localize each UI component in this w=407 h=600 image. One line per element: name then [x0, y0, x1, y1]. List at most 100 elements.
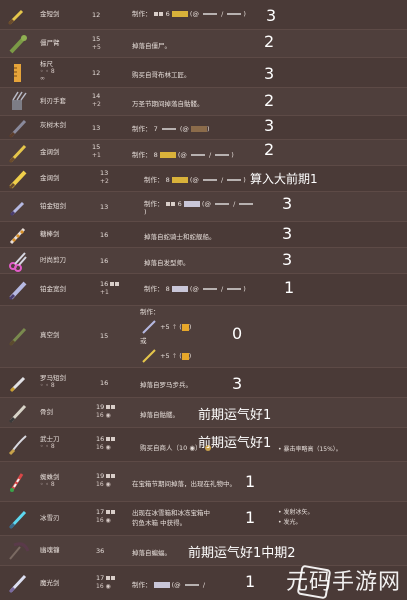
item-source: 制作： 6 (@ / ): [144, 198, 255, 216]
item-damage: 14 +2: [92, 92, 101, 108]
item-damage: 16 +1: [100, 280, 120, 296]
weapon-table: 金短剑 12 制作： 6 (@ / ) 3 僵尸臂 15 +5 掉落自僵尸。 2 …: [0, 0, 407, 600]
item-damage: 12: [92, 69, 101, 77]
item-damage: 15 +5: [92, 35, 101, 51]
item-source: 制作： 7 (@ ): [132, 125, 210, 133]
item-damage: 19 16 ◉: [96, 472, 116, 488]
light-sword-icon: [8, 574, 27, 594]
rating-count: 2: [264, 91, 275, 110]
item-damage: 13: [92, 124, 101, 132]
item-name: 魔光剑: [40, 579, 60, 587]
rating-count: 3: [282, 194, 293, 213]
table-row: 冰雪刃 17 16 ◉ 出现在冰雪箱和冰冻宝箱中 钓鱼木箱 中获得。 1 • 发射…: [0, 502, 407, 536]
candy-cane-sword-icon: [9, 227, 26, 245]
item-source: 掉落自发型师。: [144, 259, 190, 267]
item-damage: 16: [100, 231, 109, 239]
item-source: 购买自哥布林工匠。: [132, 71, 191, 79]
gold-shortsword-icon: [7, 9, 24, 26]
item-source: 出现在冰雪箱和冰冻宝箱中 钓鱼木箱 中获得。: [132, 509, 210, 527]
item-source: 在宝箱节期间掉落，出现在礼物中。: [132, 480, 236, 488]
rating-count: 1: [284, 278, 295, 297]
item-damage: 15: [100, 332, 109, 340]
item-damage: 19 16 ◉: [96, 403, 116, 419]
item-damage: 17 16 ◉: [96, 508, 116, 524]
table-row: 金短剑 12 制作： 6 (@ / ) 3: [0, 0, 407, 30]
item-damage: 16 16 ◉: [96, 435, 116, 451]
item-name: 标尺 ◦ ◦ 8 ∞: [40, 60, 55, 83]
table-row: 罗马短剑 ◦ ◦ 8 16 掉落自罗马步兵。 3: [0, 368, 407, 398]
rating-count: 3: [264, 64, 275, 83]
item-source: 掉落自蛇骑士和蛇舰船。: [144, 233, 216, 241]
item-name: 时尚剪刀: [40, 256, 66, 264]
rating-count: 1: [245, 572, 256, 591]
item-source: 掉落自僵尸。: [132, 42, 171, 50]
gold-broadsword-icon: [8, 144, 27, 164]
gold-sword-icon: [142, 349, 156, 363]
table-row: 时尚剪刀 16 掉落自发型师。 3: [0, 248, 407, 274]
table-row: 灰树木剑 13 制作： 7 (@ ) 3: [0, 116, 407, 140]
table-row: 真空剑 15 制作： +5 ↑ () 或 +5 ↑ () 0: [0, 306, 407, 368]
item-name: 铂金宽剑: [40, 285, 66, 293]
table-row: 金阔剑 13 +2 制作： 8 (@ / ) 算入大前期1: [0, 166, 407, 192]
item-source: 制作： 8 (@ / ): [144, 285, 246, 293]
item-name: 冰雪刃: [40, 514, 60, 522]
table-row: 铂金宽剑 16 +1 制作： 8 (@ / ) 1: [0, 274, 407, 306]
item-damage: 13 +2: [100, 169, 109, 185]
item-source: 掉落自罗马步兵。: [140, 381, 192, 389]
death-sickle-icon: [9, 542, 30, 560]
item-damage: 16: [100, 379, 109, 387]
table-row: 标尺 ◦ ◦ 8 ∞ 12 购买自哥布林工匠。 3: [0, 58, 407, 88]
gold-broadsword-icon: [8, 170, 27, 190]
item-name: 僵尸臂: [40, 39, 60, 47]
table-row: 铂金短剑 13 制作： 6 (@ / ) 3: [0, 192, 407, 222]
ice-blade-icon: [8, 510, 27, 530]
bladed-glove-icon: [12, 91, 27, 110]
rating-count: 1: [245, 472, 256, 491]
item-name: 灰树木剑: [40, 121, 66, 129]
table-row: 蜘蛛剑 ◦ ◦ 8 19 16 ◉ 在宝箱节期间掉落，出现在礼物中。 1: [0, 462, 407, 502]
vacuum-sword-icon: [8, 327, 27, 347]
table-row: 幽魂镰 36 掉落自蝙蝠。 前期运气好1中期2: [0, 536, 407, 566]
item-name: 幽魂镰: [40, 546, 60, 554]
item-source: 制作： 8 (@ / ): [132, 151, 234, 159]
rating-count: 3: [282, 250, 293, 269]
item-source: 万圣节期间掉落自骷髅。: [132, 100, 204, 108]
item-source: 制作： (@ /: [132, 581, 206, 589]
ice-notes: • 发射冰矢。 • 发光。: [278, 509, 314, 526]
ruler-icon: [14, 64, 21, 82]
rating-count: 算入大前期1: [250, 172, 318, 186]
rating-count: 前期运气好1: [198, 408, 272, 423]
item-damage: 13: [100, 203, 109, 211]
zombie-arm-icon: [9, 35, 27, 54]
platinum-shortsword-icon: [9, 201, 25, 217]
item-source: 制作： 6 (@ / ): [132, 10, 246, 18]
table-row: 糖棒剑 16 掉落自蛇骑士和蛇舰船。 3: [0, 222, 407, 248]
item-damage: 17 16 ◉: [96, 574, 116, 590]
watermark-text: 元码手游网: [285, 570, 401, 595]
item-name: 罗马短剑 ◦ ◦ 8: [40, 374, 66, 390]
item-name: 铂金短剑: [40, 202, 66, 210]
rating-count: 0: [232, 324, 243, 343]
item-name: 糖棒剑: [40, 230, 60, 238]
item-name: 金阔剑: [40, 174, 60, 182]
item-name: 蜘蛛剑 ◦ ◦ 8: [40, 473, 60, 489]
roman-shortsword-icon: [9, 376, 26, 393]
item-damage: 16: [100, 257, 109, 265]
rating-count: 3: [232, 374, 243, 393]
item-name: 真空剑: [40, 331, 60, 339]
item-source: 掉落自骷髅。: [140, 411, 179, 419]
item-damage: 15 +1: [92, 143, 101, 159]
ash-wood-sword-icon: [8, 119, 27, 139]
item-source: 掉落自蝙蝠。: [132, 549, 171, 557]
rating-count: 3: [264, 116, 275, 135]
stylish-scissors-icon: [9, 252, 27, 272]
rating-count: 1: [245, 508, 256, 527]
table-row: 武士刀 ◦ ◦ 8 16 16 ◉ 购买自商人（10 ◉） 前期运气好1 • 暴击…: [0, 428, 407, 462]
rating-count: 前期运气好1: [198, 436, 272, 451]
rating-count: 3: [266, 6, 277, 25]
item-name: 金阔剑: [40, 148, 60, 156]
table-row: 僵尸臂 15 +5 掉落自僵尸。 2: [0, 30, 407, 58]
rating-count: 2: [264, 140, 275, 159]
bone-sword-icon: [8, 404, 27, 424]
platinum-sword-icon: [142, 320, 156, 334]
